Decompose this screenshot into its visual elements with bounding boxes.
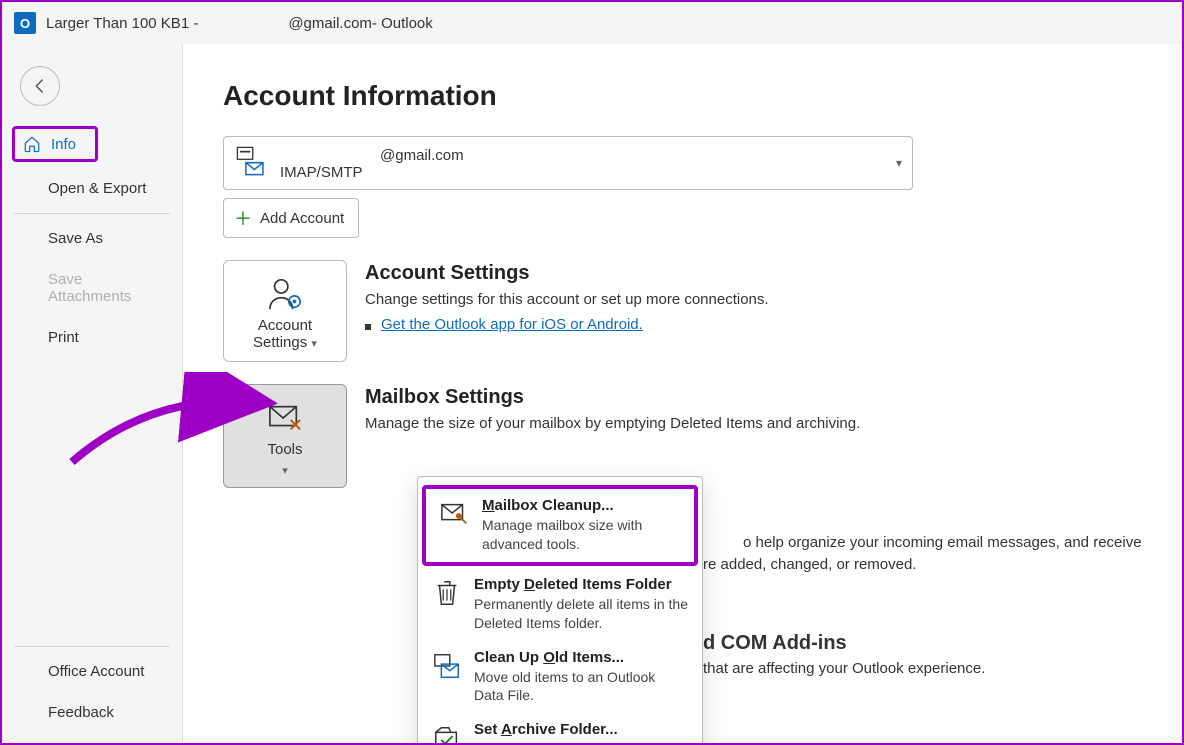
home-icon (23, 135, 41, 153)
mailbox-settings-desc: Manage the size of your mailbox by empty… (365, 415, 860, 432)
cleanold-title-rest: ld Items... (555, 649, 624, 666)
account-email-suffix: @gmail.com (380, 147, 464, 164)
nav-save-as-label: Save As (48, 230, 103, 247)
redacted-account-prefix (280, 145, 380, 160)
cleanold-accel: O (543, 649, 555, 666)
empty-desc: Permanently delete all items in the Dele… (474, 595, 688, 633)
addins-partial-desc: that are affecting your Outlook experien… (703, 660, 985, 677)
menu-set-archive[interactable]: Set Archive Folder... (418, 713, 702, 743)
account-selector[interactable]: @gmail.com IMAP/SMTP ▾ (223, 136, 913, 190)
mailbox-settings-title: Mailbox Settings (365, 386, 860, 409)
nav-save-attachments-label: Save Attachments (48, 271, 168, 305)
cleanup-accel: M (482, 497, 495, 514)
chevron-down-icon: ▾ (282, 464, 288, 477)
empty-title-rest: eleted Items Folder (535, 576, 672, 593)
archive-move-icon (432, 651, 462, 681)
tools-btn-label: Tools (267, 441, 302, 458)
arrow-left-icon (31, 77, 49, 95)
window-title-prefix: Larger Than 100 KB1 - (46, 15, 198, 32)
cleanup-desc: Manage mailbox size with advanced tools. (482, 516, 680, 554)
mailbox-cleanup-icon (440, 499, 470, 529)
plus-icon: ＋ (234, 205, 252, 231)
outlook-app-link[interactable]: Get the Outlook app for iOS or Android. (381, 316, 643, 333)
nav-print-label: Print (48, 329, 79, 346)
addins-partial-title: d COM Add-ins (703, 632, 847, 655)
nav-feedback-label: Feedback (48, 704, 114, 721)
add-account-label: Add Account (260, 210, 344, 227)
rules-partial-line2: re added, changed, or removed. (703, 556, 916, 573)
mail-account-icon (234, 144, 268, 183)
archive-title-pre: Set (474, 721, 501, 738)
archive-title-rest: rchive Folder... (512, 721, 618, 738)
trash-icon (432, 578, 462, 608)
nav-info[interactable]: Info (12, 126, 98, 162)
nav-feedback[interactable]: Feedback (2, 692, 182, 733)
content-panel: Account Information @gmail.com IMAP/SMTP… (182, 44, 1182, 743)
menu-empty-deleted[interactable]: Empty Deleted Items Folder Permanently d… (418, 568, 702, 641)
account-settings-title: Account Settings (365, 262, 769, 285)
archive-accel: A (501, 721, 512, 738)
window-title-app: - Outlook (372, 15, 433, 32)
titlebar: O Larger Than 100 KB1 - @gmail.com - Out… (2, 2, 1182, 44)
menu-mailbox-cleanup[interactable]: Mailbox Cleanup... Manage mailbox size w… (422, 485, 698, 566)
account-settings-button[interactable]: Account Settings ▾ (223, 260, 347, 362)
nav-office-account[interactable]: Office Account (2, 651, 182, 692)
folder-check-icon (432, 723, 462, 743)
cleanup-title-rest: ailbox Cleanup... (495, 497, 614, 514)
empty-accel: D (524, 576, 535, 593)
backstage-sidebar: Info Open & Export Save As Save Attachme… (2, 44, 182, 743)
account-settings-btn-label: Account Settings (253, 317, 312, 351)
nav-separator (14, 213, 170, 214)
window-title-email-suffix: @gmail.com (288, 15, 372, 32)
menu-clean-old[interactable]: Clean Up Old Items... Move old items to … (418, 641, 702, 714)
add-account-button[interactable]: ＋ Add Account (223, 198, 359, 238)
chevron-down-icon: ▾ (311, 338, 317, 350)
nav-save-as[interactable]: Save As (2, 218, 182, 259)
outlook-logo-icon: O (14, 12, 36, 34)
nav-office-account-label: Office Account (48, 663, 144, 680)
back-button[interactable] (20, 66, 60, 106)
empty-title-pre: Empty (474, 576, 524, 593)
cleanold-title-pre: Clean Up (474, 649, 543, 666)
nav-open-export[interactable]: Open & Export (2, 168, 182, 209)
account-settings-desc: Change settings for this account or set … (365, 291, 769, 308)
redacted-email-prefix (198, 17, 288, 33)
mailbox-tools-icon (266, 401, 304, 435)
nav-print[interactable]: Print (2, 317, 182, 358)
nav-open-export-label: Open & Export (48, 180, 146, 197)
rules-partial-line1: o help organize your incoming email mess… (743, 534, 1142, 551)
page-title: Account Information (223, 80, 1142, 112)
nav-save-attachments: Save Attachments (2, 259, 182, 317)
account-protocol: IMAP/SMTP (280, 164, 464, 181)
nav-separator-bottom (14, 646, 170, 647)
chevron-down-icon: ▾ (896, 156, 902, 170)
person-gear-icon (266, 277, 304, 311)
bullet-icon (365, 324, 371, 330)
tools-dropdown-menu: Mailbox Cleanup... Manage mailbox size w… (417, 476, 703, 743)
nav-info-label: Info (51, 136, 76, 153)
tools-button[interactable]: Tools ▾ (223, 384, 347, 488)
cleanold-desc: Move old items to an Outlook Data File. (474, 668, 688, 706)
